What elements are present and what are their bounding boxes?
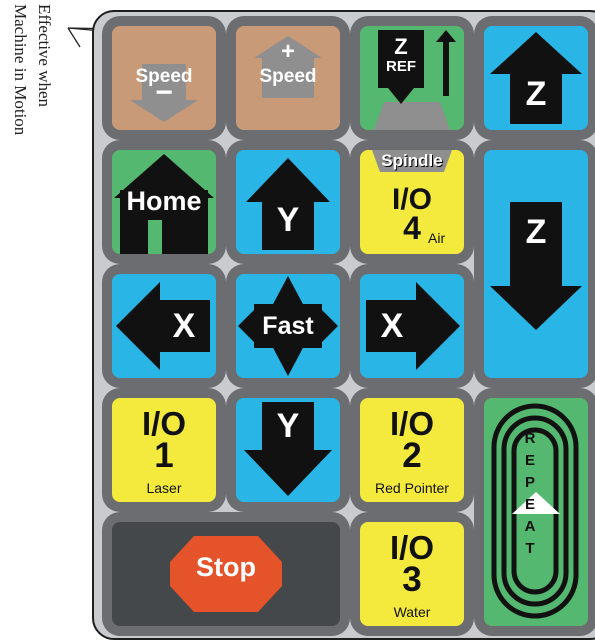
io-sub-label: Laser [146,480,182,496]
spindle-io4-button[interactable]: Spindle I/O 4 Air [350,140,474,264]
io1-laser-button[interactable]: I/O 1 Laser [102,388,226,512]
z-up-button[interactable]: Z [474,16,595,140]
y-up-label: Y [276,201,300,239]
io-number: 2 [402,436,422,475]
z-ref-z-label: Z [394,34,408,59]
fast-label: Fast [262,312,314,340]
annotation-line-2: Machine in Motion [11,4,30,136]
speed-label: Speed [259,66,317,87]
z-ref-ref-label: REF [386,58,416,75]
annotation-line-1: Effective when [35,4,54,108]
io-number: 1 [154,436,174,475]
stop-label: Stop [196,552,256,582]
speed-down-button[interactable]: Speed − [102,16,226,140]
speed-up-button[interactable]: + Speed [226,16,350,140]
z-down-button[interactable]: Z [474,140,595,388]
io-number: 3 [402,560,422,599]
z-ref-button[interactable]: Z REF [350,16,474,140]
home-button[interactable]: Home [102,140,226,264]
motion-annotation: Effective when Machine in Motion [0,0,92,230]
y-down-button[interactable]: Y [226,388,350,512]
x-left-label: X [172,307,196,345]
stop-button[interactable]: Stop [102,512,350,636]
home-label: Home [126,186,202,216]
plus-icon: + [280,38,295,65]
repeat-button[interactable]: R E P E A T [474,388,595,636]
y-down-label: Y [276,407,300,445]
io-number: 4 [403,210,421,246]
x-right-button[interactable]: X [350,264,474,388]
repeat-letters: R E P E A T [524,430,536,557]
io-sub-label: Red Pointer [375,480,449,496]
minus-icon: − [155,76,173,109]
y-up-button[interactable]: Y [226,140,350,264]
arrow-down-icon [490,202,582,330]
x-left-button[interactable]: X [102,264,226,388]
fast-button[interactable]: Fast [226,264,350,388]
io2-red-pointer-button[interactable]: I/O 2 Red Pointer [350,388,474,512]
x-right-label: X [380,307,404,345]
io-sub-label: Water [393,604,431,620]
z-up-label: Z [525,75,547,113]
spindle-label: Spindle [381,151,443,170]
io3-water-button[interactable]: I/O 3 Water [350,512,474,636]
z-down-label: Z [525,213,547,251]
io-sub-label: Air [428,230,446,246]
